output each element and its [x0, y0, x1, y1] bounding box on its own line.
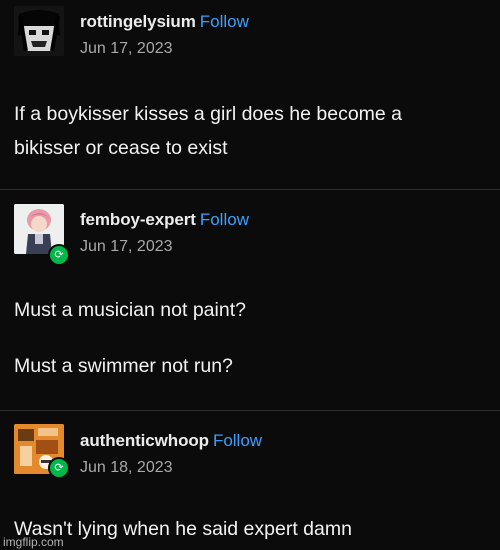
follow-button[interactable]: Follow [213, 431, 262, 450]
username[interactable]: femboy-expert [80, 210, 196, 229]
avatar[interactable] [14, 6, 64, 56]
post-text-paragraph: Must a musician not paint? [14, 299, 246, 321]
post-body: Wasn't lying when he said expert damn [14, 512, 492, 546]
post-text-paragraph: Must a swimmer not run? [14, 355, 233, 377]
follow-button[interactable]: Follow [200, 12, 249, 31]
reblog-icon: ⟳ [48, 244, 70, 266]
post-date: Jun 18, 2023 [80, 459, 173, 476]
imgflip-watermark: imgflip.com [3, 535, 64, 549]
post-1: rottingelysium Follow Jun 17, 2023 If a b… [0, 0, 500, 190]
username[interactable]: authenticwhoop [80, 431, 209, 450]
post-2: ⟳ femboy-expert Follow Jun 17, 2023 Must … [0, 190, 500, 410]
post-header: femboy-expert Follow Jun 17, 2023 [80, 210, 249, 256]
post-body: If a boykisser kisses a girl does he bec… [14, 97, 492, 165]
post-text-line: If a boykisser kisses a girl does he bec… [14, 103, 403, 125]
username[interactable]: rottingelysium [80, 12, 196, 31]
post-body: Must a musician not paint? Must a swimme… [14, 293, 492, 405]
post-text-line: Wasn't lying when he said expert damn [14, 518, 352, 540]
post-text-line: bikisser or cease to exist [14, 137, 228, 159]
grunge-portrait-avatar-icon [14, 6, 64, 56]
post-date: Jun 17, 2023 [80, 40, 173, 57]
post-3: ⟳ authenticwhoop Follow Jun 18, 2023 Wasn… [0, 411, 500, 550]
reblog-icon: ⟳ [48, 457, 70, 479]
post-header: rottingelysium Follow Jun 17, 2023 [80, 12, 249, 58]
post-header: authenticwhoop Follow Jun 18, 2023 [80, 431, 262, 477]
follow-button[interactable]: Follow [200, 210, 249, 229]
post-date: Jun 17, 2023 [80, 238, 173, 255]
